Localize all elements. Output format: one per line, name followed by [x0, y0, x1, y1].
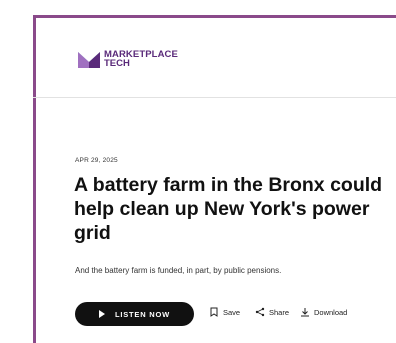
frame-border-left — [33, 15, 36, 343]
article-headline: A battery farm in the Bronx could help c… — [74, 174, 383, 244]
logo-line-tech: TECH — [104, 58, 130, 69]
header-divider — [33, 97, 396, 98]
download-label: Download — [314, 307, 348, 317]
download-icon — [301, 308, 309, 317]
article-dek: And the battery farm is funded, in part,… — [75, 266, 282, 275]
share-icon — [255, 307, 265, 317]
marketplace-tech-logo[interactable]: MARKETPLACE TECH — [78, 46, 188, 72]
bookmark-icon — [210, 307, 218, 317]
play-icon — [98, 310, 105, 318]
marketplace-logo-icon — [78, 52, 100, 68]
download-button[interactable]: Download — [300, 307, 347, 317]
listen-now-button[interactable]: LISTEN NOW — [75, 302, 194, 326]
save-button[interactable]: Save — [209, 307, 240, 317]
frame-border-top — [33, 15, 396, 18]
save-label: Save — [223, 307, 241, 317]
article-date: APR 29, 2025 — [75, 157, 118, 164]
share-button[interactable]: Share — [255, 307, 289, 317]
share-label: Share — [269, 307, 290, 317]
listen-now-label: LISTEN NOW — [114, 309, 171, 319]
